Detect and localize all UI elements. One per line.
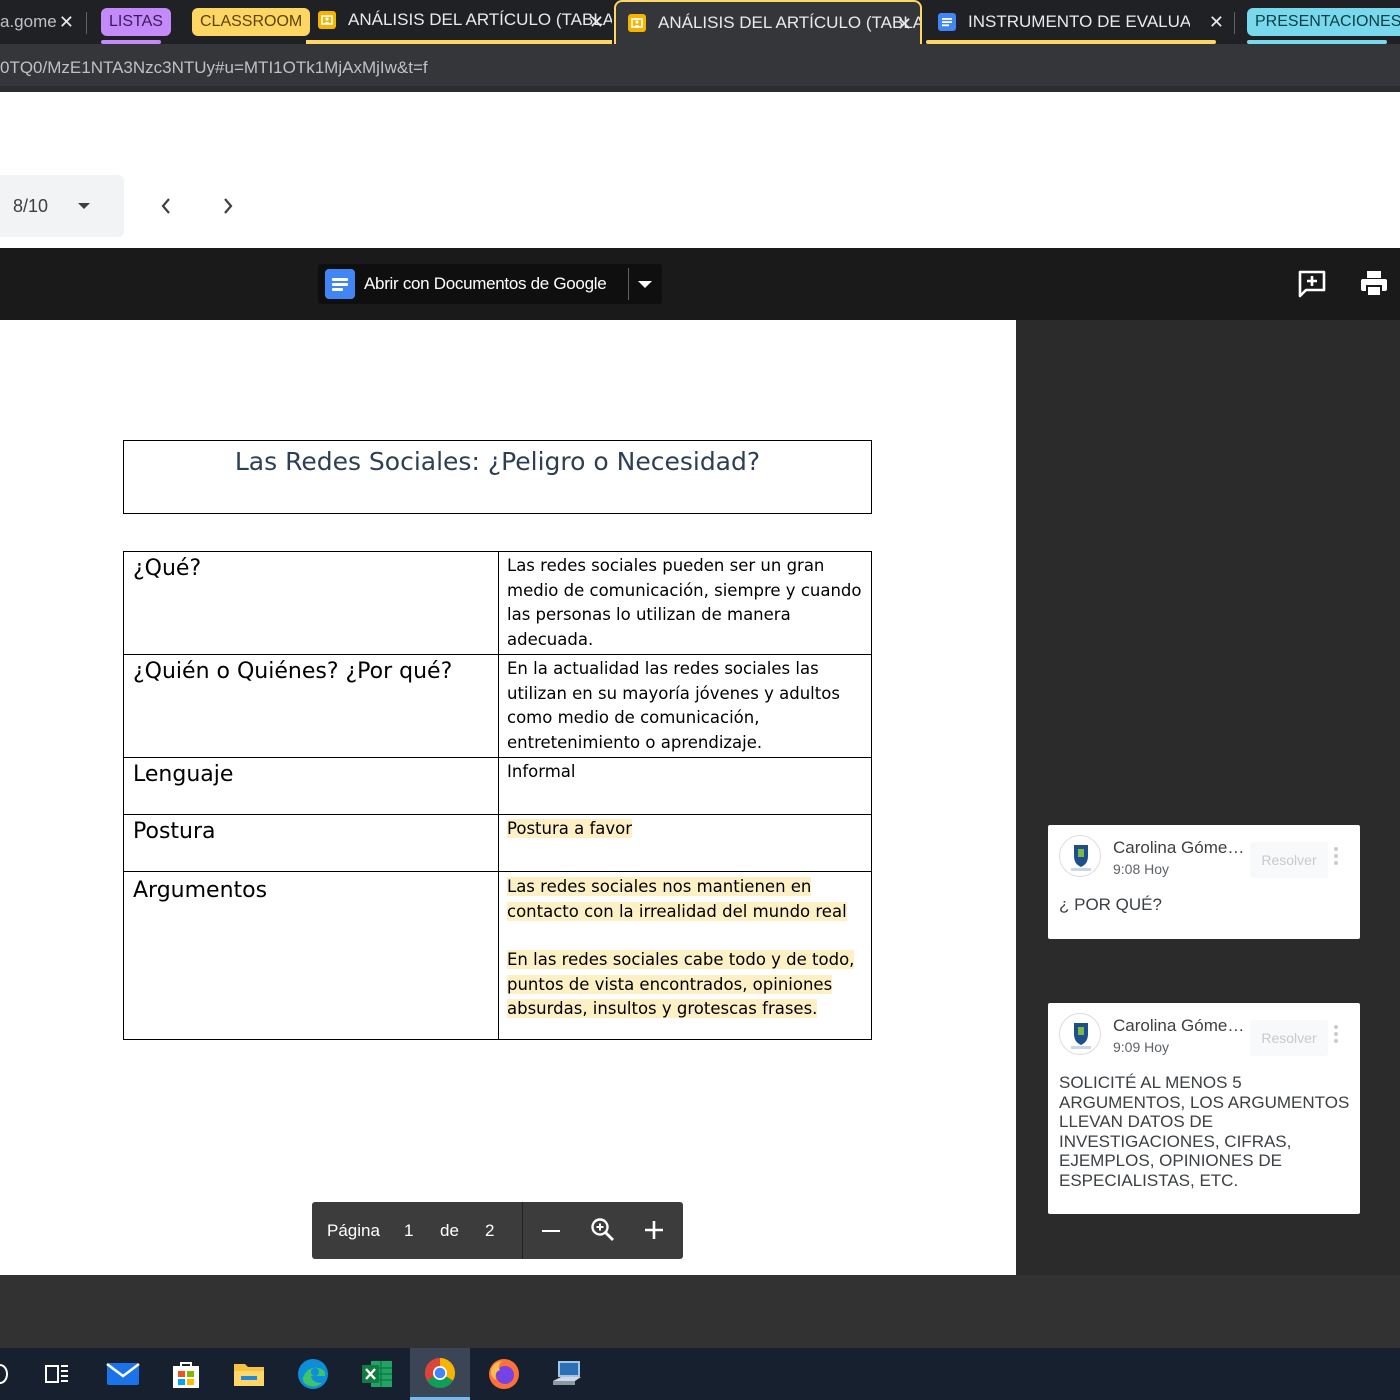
close-icon[interactable]: ✕	[897, 14, 912, 35]
address-bar[interactable]: 0TQ0/MzE1NTA3Nzc3NTUy#u=MTI1OTk1MjAxMjIw…	[0, 44, 1400, 92]
table-row: Argumentos Las redes sociales nos mantie…	[123, 871, 872, 1040]
table-row: Lenguaje Informal	[123, 757, 872, 815]
resolve-button[interactable]: Resolver	[1250, 1020, 1328, 1056]
chevron-right-icon	[224, 198, 233, 214]
tab-label: ANÁLISIS DEL ARTÍCULO (TABLA)	[658, 13, 922, 32]
row-value: En la actualidad las redes sociales las …	[498, 654, 872, 758]
url-text[interactable]: 0TQ0/MzE1NTA3Nzc3NTUy#u=MTI1OTk1MjAxMjIw…	[0, 58, 428, 77]
excel-icon[interactable]	[347, 1348, 407, 1400]
row-value-cell: Postura a favor	[498, 814, 872, 872]
zoom-icon[interactable]	[590, 1217, 616, 1243]
row-value: Las redes sociales pueden ser un gran me…	[498, 551, 872, 655]
highlighted-text: En las redes sociales cabe todo y de tod…	[507, 950, 855, 1018]
firefox-icon[interactable]	[474, 1348, 534, 1400]
row-label: ¿Quién o Quiénes? ¿Por qué?	[123, 654, 499, 758]
chrome-icon[interactable]	[410, 1348, 470, 1400]
tab-analisis-1[interactable]: ANÁLISIS DEL ARTÍCULO (TABLA) ✕	[306, 0, 612, 44]
document-title: Las Redes Sociales: ¿Peligro o Necesidad…	[123, 440, 872, 514]
comment-card[interactable]: Carolina Góme… 9:09 Hoy Resolver SOLICIT…	[1048, 1003, 1360, 1214]
tab-partial[interactable]: a.gome ✕	[0, 0, 84, 44]
taskbar	[0, 1348, 1400, 1400]
print-icon[interactable]	[1358, 268, 1390, 300]
zoom-in-icon[interactable]	[643, 1219, 665, 1241]
avatar	[1059, 835, 1101, 877]
slide-counter-dropdown[interactable]: 8/10	[0, 175, 124, 237]
current-page[interactable]: 1	[404, 1221, 413, 1241]
tab-group-listas[interactable]: LISTAS	[101, 8, 171, 36]
tab-group-label: LISTAS	[109, 13, 163, 30]
comment-author: Carolina Góme…	[1113, 1016, 1245, 1035]
total-pages: 2	[485, 1221, 495, 1240]
table-row: ¿Quién o Quiénes? ¿Por qué? En la actual…	[123, 654, 872, 758]
chevron-down-icon	[78, 203, 91, 209]
open-with-label: Abrir con Documentos de Google	[364, 274, 607, 293]
remote-desktop-icon[interactable]	[537, 1348, 597, 1400]
tab-group-label: PRESENTACIONES	[1255, 13, 1400, 30]
close-icon[interactable]: ✕	[59, 12, 74, 33]
tab-analisis-active[interactable]: ANÁLISIS DEL ARTÍCULO (TABLA) ✕	[614, 0, 922, 44]
tab-label: ANÁLISIS DEL ARTÍCULO (TABLA)	[348, 10, 612, 29]
tab-separator	[1234, 12, 1235, 34]
highlighted-text: Postura a favor	[507, 819, 633, 838]
chevron-left-icon	[161, 198, 170, 214]
comment-time: 9:08 Hoy	[1113, 861, 1170, 877]
row-label: Postura	[123, 814, 499, 872]
add-comment-icon[interactable]	[1296, 268, 1328, 300]
tab-group-presentaciones[interactable]: PRESENTACIONES	[1247, 8, 1400, 36]
slides-nav-bar: 8/10	[0, 92, 1400, 248]
row-label: ¿Qué?	[123, 551, 499, 655]
tab-label: a.gome	[0, 12, 57, 31]
page-label: Página	[327, 1221, 380, 1240]
slide-counter: 8/10	[13, 195, 49, 216]
tab-label: INSTRUMENTO DE EVALUACIÓN	[968, 12, 1190, 31]
task-view-icon[interactable]	[27, 1348, 87, 1400]
store-icon[interactable]	[156, 1348, 216, 1400]
file-explorer-icon[interactable]	[219, 1348, 279, 1400]
zoom-out-icon[interactable]	[540, 1220, 562, 1242]
close-icon[interactable]: ✕	[1209, 12, 1224, 33]
docs-icon	[938, 13, 956, 31]
comment-time: 9:09 Hoy	[1113, 1039, 1170, 1055]
tab-strip: a.gome ✕ LISTAS CLASSROOM ANÁLISIS DEL A…	[0, 0, 1400, 44]
tab-group-classroom[interactable]: CLASSROOM	[192, 8, 311, 36]
slides-icon	[318, 11, 336, 29]
table-row: Postura Postura a favor	[123, 814, 872, 872]
tab-separator	[86, 12, 87, 34]
slides-icon	[628, 14, 646, 32]
google-docs-icon	[325, 269, 355, 299]
row-value: Informal	[498, 757, 872, 815]
edge-icon[interactable]	[283, 1348, 343, 1400]
next-slide-button[interactable]	[214, 192, 242, 220]
avatar	[1059, 1013, 1101, 1055]
previous-slide-button[interactable]	[152, 192, 180, 220]
row-label: Lenguaje	[123, 757, 499, 815]
tab-group-label: CLASSROOM	[200, 13, 303, 30]
more-options-icon[interactable]	[1334, 1025, 1340, 1046]
mail-icon[interactable]	[93, 1348, 153, 1400]
open-with-google-docs-button[interactable]: Abrir con Documentos de Google	[318, 264, 662, 304]
more-options-icon[interactable]	[1334, 847, 1340, 868]
page-of-label: de	[440, 1221, 459, 1240]
highlighted-text: Las redes sociales nos mantienen en cont…	[507, 877, 847, 921]
comment-author: Carolina Góme…	[1113, 838, 1245, 857]
comment-text: SOLICITÉ AL MENOS 5 ARGUMENTOS, LOS ARGU…	[1059, 1073, 1350, 1190]
analysis-table: ¿Qué? Las redes sociales pueden ser un g…	[123, 551, 872, 1040]
divider	[628, 268, 629, 300]
tab-instrumento[interactable]: INSTRUMENTO DE EVALUACIÓN ✕	[926, 0, 1232, 44]
search-icon[interactable]	[0, 1364, 8, 1384]
resolve-button[interactable]: Resolver	[1250, 842, 1328, 878]
row-value-cell: Las redes sociales nos mantienen en cont…	[498, 871, 872, 1040]
comment-card[interactable]: Carolina Góme… 9:08 Hoy Resolver ¿ POR Q…	[1048, 825, 1360, 939]
close-icon[interactable]: ✕	[589, 12, 604, 33]
row-label: Argumentos	[123, 871, 499, 1040]
chevron-down-icon[interactable]	[638, 281, 652, 288]
table-row: ¿Qué? Las redes sociales pueden ser un g…	[123, 551, 872, 655]
page-controls: Página 1 de 2	[312, 1202, 683, 1259]
viewer-bottom-area	[0, 1275, 1400, 1348]
divider	[522, 1202, 523, 1259]
comment-text: ¿ POR QUÉ?	[1059, 895, 1162, 914]
viewer-toolbar: Abrir con Documentos de Google	[0, 248, 1400, 320]
